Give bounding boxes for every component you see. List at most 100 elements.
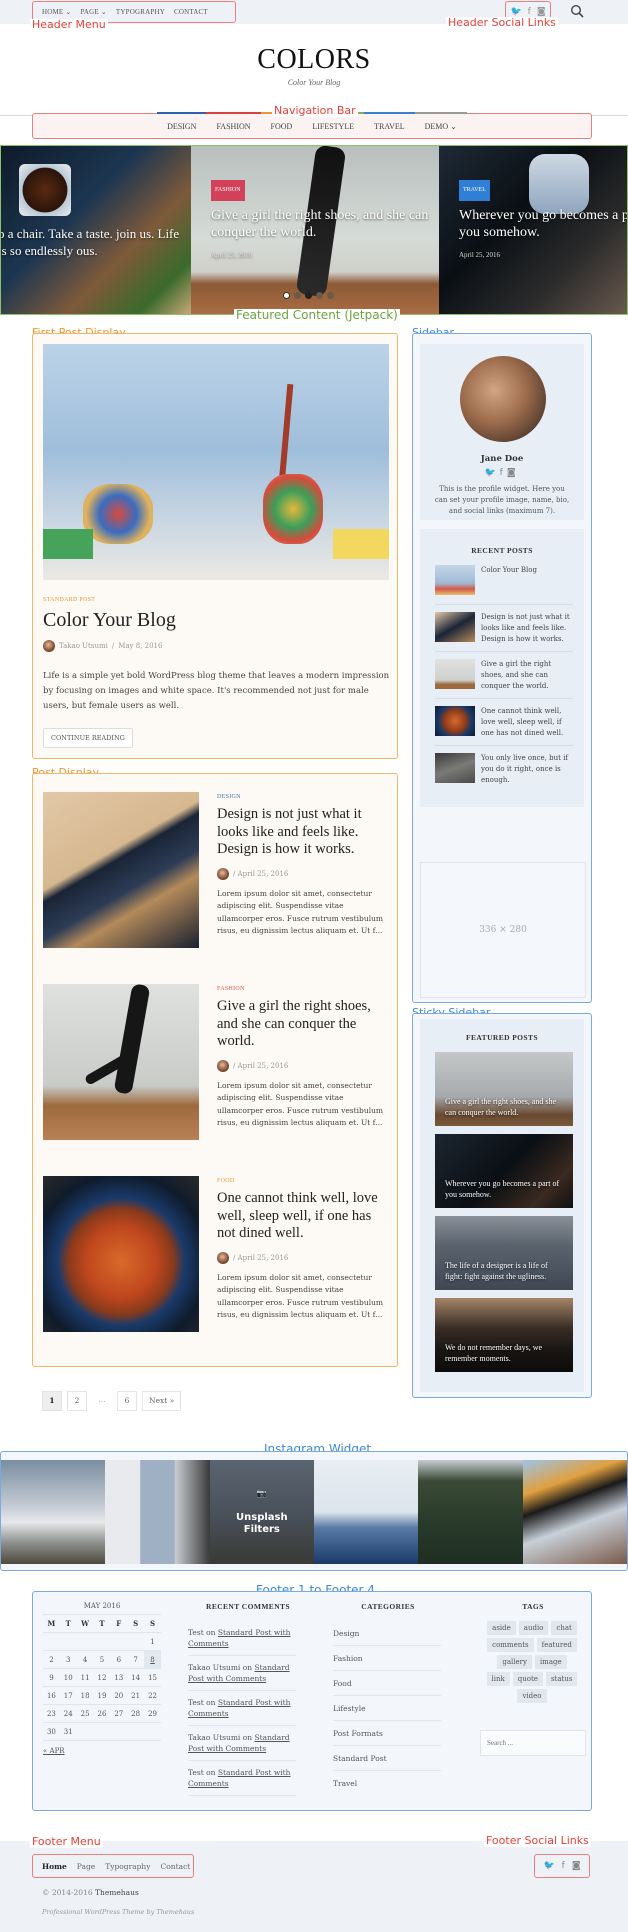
instagram-photo[interactable] (105, 1460, 210, 1564)
nav-item-fashion[interactable]: FASHION (206, 112, 261, 139)
featured-post-title[interactable]: The life of a designer is a life of figh… (445, 1261, 565, 1282)
tag-link[interactable]: image (534, 1655, 567, 1669)
first-post-image[interactable] (43, 344, 389, 580)
recent-post-title[interactable]: Color Your Blog (481, 565, 573, 576)
author-avatar[interactable] (217, 1059, 229, 1072)
post-thumbnail[interactable] (43, 1176, 199, 1332)
post-category[interactable]: STANDARD POST (43, 597, 95, 603)
featured-slide-title[interactable]: Wherever you go becomes a part of you so… (459, 207, 627, 241)
nav-item-demo[interactable]: DEMO ⌄ (414, 112, 468, 139)
category-link[interactable]: Standard Post (333, 1746, 441, 1771)
featured-slide[interactable]: p a chair. Take a taste. join us. Life i… (1, 146, 191, 314)
author-avatar[interactable] (43, 640, 55, 652)
slider-dot[interactable] (327, 292, 334, 299)
nav-item-travel[interactable]: TRAVEL (364, 112, 415, 139)
post-date[interactable]: / April 25, 2016 (233, 1254, 288, 1262)
instagram-icon[interactable]: ◙ (507, 468, 520, 478)
category-link[interactable]: Design (333, 1621, 441, 1646)
page-6-button[interactable]: 6 (117, 1391, 137, 1411)
tag-link[interactable]: video (517, 1689, 547, 1703)
instagram-icon[interactable]: ◙ (572, 1861, 581, 1871)
category-link[interactable]: Fashion (333, 1646, 441, 1671)
page-2-button[interactable]: 2 (67, 1391, 87, 1411)
search-icon[interactable] (570, 4, 584, 22)
header-menu-page[interactable]: PAGE ⌄ (80, 8, 106, 16)
instagram-photo[interactable] (418, 1460, 523, 1564)
instagram-photo[interactable]: 📷 Unsplash Filters (209, 1460, 314, 1564)
copyright-owner-link[interactable]: Themehaus (95, 1888, 139, 1897)
post-date[interactable]: May 8, 2016 (118, 642, 162, 650)
post-thumbnail[interactable] (43, 984, 199, 1140)
featured-post-title[interactable]: Give a girl the right shoes, and she can… (445, 1097, 565, 1118)
recent-post-item[interactable]: Color Your Blog (435, 565, 573, 605)
post-title[interactable]: Color Your Blog (43, 609, 176, 632)
post-title[interactable]: Design is not just what it looks like an… (217, 806, 387, 859)
post-title[interactable]: Give a girl the right shoes, and she can… (217, 998, 387, 1051)
tag-link[interactable]: link (486, 1672, 510, 1686)
tag-link[interactable]: audio (518, 1621, 549, 1635)
page-1-button[interactable]: 1 (42, 1391, 62, 1411)
category-link[interactable]: Post Formats (333, 1721, 441, 1746)
recent-post-item[interactable]: You only live once, but if you do it rig… (435, 753, 573, 793)
recent-post-title[interactable]: You only live once, but if you do it rig… (481, 753, 573, 786)
category-badge-fashion[interactable]: FASHION (211, 180, 245, 201)
recent-post-item[interactable]: Give a girl the right shoes, and she can… (435, 659, 573, 699)
tag-link[interactable]: gallery (497, 1655, 532, 1669)
category-badge-travel[interactable]: TRAVEL (459, 180, 490, 201)
featured-slide-title[interactable]: Give a girl the right shoes, and she can… (211, 207, 439, 241)
post-thumbnail[interactable] (43, 792, 199, 948)
slider-dot[interactable] (305, 292, 312, 299)
next-page-button[interactable]: Next » (142, 1391, 182, 1411)
site-title[interactable]: COLORS (0, 44, 628, 76)
post-date[interactable]: / April 25, 2016 (233, 870, 288, 878)
featured-slide[interactable]: TRAVEL Wherever you go becomes a part of… (439, 146, 627, 314)
header-menu-contact[interactable]: CONTACT (174, 8, 208, 16)
instagram-photo[interactable] (1, 1460, 106, 1564)
tag-link[interactable]: quote (512, 1672, 543, 1686)
tag-link[interactable]: status (545, 1672, 578, 1686)
featured-post-card[interactable]: Give a girl the right shoes, and she can… (435, 1052, 573, 1126)
featured-slide[interactable]: FASHION Give a girl the right shoes, and… (191, 146, 439, 314)
tag-link[interactable]: aside (487, 1621, 516, 1635)
featured-post-card[interactable]: Wherever you go becomes a part of you so… (435, 1134, 573, 1208)
ad-placeholder[interactable]: 336 × 280 (420, 862, 586, 998)
category-link[interactable]: Lifestyle (333, 1696, 441, 1721)
author-avatar[interactable] (217, 1251, 229, 1264)
tag-link[interactable]: featured (536, 1638, 577, 1652)
post-category[interactable]: FASHION (217, 986, 387, 992)
featured-post-card[interactable]: We do not remember days, we remember mom… (435, 1298, 573, 1372)
twitter-icon[interactable]: 🐦 (484, 468, 499, 478)
facebook-icon[interactable]: f (562, 1861, 565, 1871)
tag-link[interactable]: chat (551, 1621, 577, 1635)
calendar-prev-month-link[interactable]: « APR (43, 1747, 161, 1755)
facebook-icon[interactable]: f (500, 468, 507, 478)
instagram-photo[interactable] (313, 1460, 419, 1564)
footer-menu-contact[interactable]: Contact (161, 1862, 191, 1871)
footer-menu-typography[interactable]: Typography (105, 1862, 150, 1871)
recent-post-item[interactable]: One cannot think well, love well, sleep … (435, 706, 573, 746)
recent-post-title[interactable]: One cannot think well, love well, sleep … (481, 706, 573, 739)
twitter-icon[interactable]: 🐦 (543, 1861, 554, 1871)
header-menu-home[interactable]: HOME ⌄ (42, 8, 71, 16)
footer-menu-home[interactable]: Home (42, 1862, 67, 1871)
nav-item-design[interactable]: DESIGN (157, 112, 207, 139)
recent-post-item[interactable]: Design is not just what it looks like an… (435, 612, 573, 652)
author-avatar[interactable] (217, 867, 229, 880)
post-category[interactable]: FOOD (217, 1178, 387, 1184)
category-link[interactable]: Food (333, 1671, 441, 1696)
continue-reading-button[interactable]: CONTINUE READING (43, 728, 133, 748)
header-menu-typography[interactable]: TYPOGRAPHY (116, 8, 165, 16)
slider-dot[interactable] (283, 292, 290, 299)
post-date[interactable]: / April 25, 2016 (233, 1062, 288, 1070)
slider-dot[interactable] (294, 292, 301, 299)
recent-post-title[interactable]: Give a girl the right shoes, and she can… (481, 659, 573, 692)
footer-search-input[interactable] (480, 1730, 586, 1756)
post-title[interactable]: One cannot think well, love well, sleep … (217, 1190, 387, 1243)
featured-post-title[interactable]: Wherever you go becomes a part of you so… (445, 1179, 565, 1200)
post-category[interactable]: DESIGN (217, 794, 387, 800)
instagram-photo[interactable] (522, 1460, 627, 1564)
slider-dot[interactable] (316, 292, 323, 299)
featured-post-title[interactable]: We do not remember days, we remember mom… (445, 1343, 565, 1364)
tag-link[interactable]: comments (487, 1638, 534, 1652)
calendar-day[interactable]: 8 (144, 1650, 161, 1669)
